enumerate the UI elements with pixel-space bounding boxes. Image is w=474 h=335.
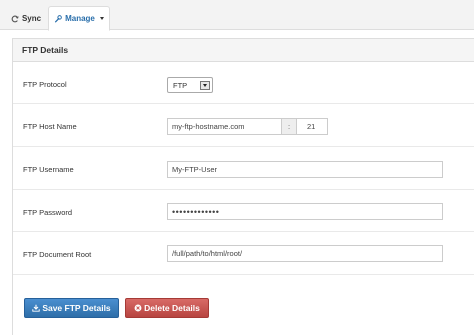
docroot-value: /full/path/to/html/root/ <box>172 249 243 258</box>
password-input[interactable]: ••••••••••••• <box>167 203 443 220</box>
save-icon <box>32 304 40 312</box>
tab-manage[interactable]: Manage <box>48 6 110 31</box>
host-value: my-ftp-hostname.com <box>172 122 245 131</box>
refresh-icon <box>11 15 19 22</box>
host-label: FTP Host Name <box>23 122 77 131</box>
protocol-row: FTP Protocol <box>13 62 474 104</box>
delete-details-button[interactable]: Delete Details <box>125 298 209 318</box>
port-input[interactable]: 21 <box>296 118 328 135</box>
docroot-input[interactable]: /full/path/to/html/root/ <box>167 245 443 262</box>
save-ftp-details-button[interactable]: Save FTP Details <box>24 298 119 318</box>
host-port-separator: : <box>281 118 297 135</box>
tab-sync-label: Sync <box>21 14 42 23</box>
tab-bar: Sync Manage <box>0 0 474 31</box>
ftp-details-panel: FTP Details FTP Protocol FTP FTP Host Na… <box>12 38 474 335</box>
delete-icon <box>134 304 142 312</box>
host-input[interactable]: my-ftp-hostname.com <box>167 118 282 135</box>
save-button-label: Save FTP Details <box>42 303 111 313</box>
tab-sync[interactable]: Sync <box>6 6 46 31</box>
username-value: My-FTP-User <box>172 165 217 174</box>
username-input[interactable]: My-FTP-User <box>167 161 443 178</box>
delete-button-label: Delete Details <box>144 303 200 313</box>
protocol-label: FTP Protocol <box>23 80 67 89</box>
dropdown-arrow-icon <box>200 81 210 90</box>
panel-title: FTP Details <box>13 39 474 62</box>
port-value: 21 <box>307 122 316 131</box>
password-label: FTP Password <box>23 208 73 217</box>
docroot-label: FTP Document Root <box>23 250 92 259</box>
wrench-icon <box>55 14 62 22</box>
username-label: FTP Username <box>23 165 74 174</box>
tab-manage-label: Manage <box>65 14 95 23</box>
protocol-select[interactable]: FTP <box>167 77 213 93</box>
protocol-value: FTP <box>173 80 188 90</box>
chevron-down-icon <box>99 17 104 20</box>
password-value: ••••••••••••• <box>172 206 220 217</box>
